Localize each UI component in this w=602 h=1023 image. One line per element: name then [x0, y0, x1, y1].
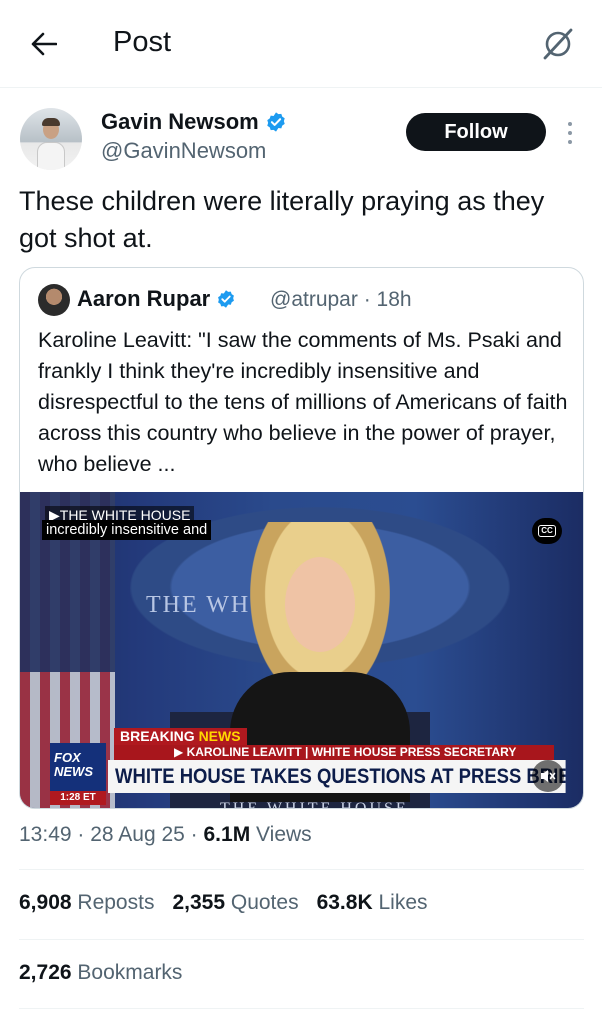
grok-icon [543, 28, 573, 60]
mute-button[interactable] [532, 760, 564, 792]
more-dot-icon [568, 140, 572, 144]
more-options-button[interactable] [561, 118, 579, 148]
views-count: 6.1M [203, 823, 251, 846]
quote-author-handle: @atrupar · 18h [270, 288, 412, 311]
verified-badge-icon [218, 290, 235, 308]
post-meta: 13:49 · 28 Aug 25 · 6.1M Views [19, 823, 312, 846]
quoted-post-card[interactable]: Aaron Rupar @atrupar · 18h Karoline Leav… [19, 267, 584, 809]
divider [19, 939, 584, 940]
news-chyron: BREAKING NEWS ▶ KAROLINE LEAVITT | WHITE… [50, 725, 583, 809]
quote-author-name-text: Aaron Rupar [77, 286, 211, 311]
bookmarks-stat[interactable]: 2,726 Bookmarks [19, 961, 182, 985]
views-label: Views [256, 823, 312, 846]
follow-button[interactable]: Follow [406, 113, 546, 151]
top-bar: Post [0, 0, 602, 88]
page-title: Post [113, 26, 172, 58]
video-caption: incredibly insensitive and [42, 520, 212, 540]
author-name[interactable]: Gavin Newsom [101, 109, 287, 135]
quotes-stat[interactable]: 2,355 Quotes [172, 891, 298, 915]
cc-icon: CC [538, 525, 556, 537]
back-arrow-icon [31, 32, 57, 56]
author-avatar[interactable] [20, 108, 82, 170]
closed-captions-button[interactable]: CC [532, 518, 562, 544]
likes-stat[interactable]: 63.8K Likes [317, 891, 428, 915]
divider [19, 869, 584, 870]
divider [19, 1008, 584, 1009]
muted-speaker-icon [541, 770, 556, 782]
breaking-label: BREAKING NEWS [114, 728, 247, 745]
author-handle[interactable]: @GavinNewsom [101, 138, 266, 164]
tweet-text: These children were literally praying as… [19, 186, 545, 253]
more-dot-icon [568, 131, 572, 135]
reposts-stat[interactable]: 6,908 Reposts [19, 891, 154, 915]
quote-author-name: Aaron Rupar [77, 286, 236, 312]
grok-button[interactable] [538, 24, 578, 64]
podium-text: THE WHITE HOUSE [220, 800, 409, 809]
fox-news-logo: FOX NEWS [50, 743, 106, 791]
verified-badge-icon [267, 112, 285, 132]
quote-text: Karoline Leavitt: "I saw the comments of… [38, 328, 568, 476]
chyron-headline: WHITE HOUSE TAKES QUESTIONS AT PRESS BRI… [108, 760, 566, 793]
chyron-subhead: ▶ KAROLINE LEAVITT | WHITE HOUSE PRESS S… [114, 745, 554, 760]
engagement-stats: 6,908 Reposts 2,355 Quotes 63.8K Likes [19, 891, 428, 915]
author-name-text: Gavin Newsom [101, 109, 259, 134]
post-time: 13:49 [19, 823, 72, 846]
back-button[interactable] [24, 24, 64, 64]
broadcast-time: 1:28 ET [50, 791, 106, 805]
post-date[interactable]: 28 Aug 25 [90, 823, 185, 846]
more-dot-icon [568, 122, 572, 126]
quote-author-avatar [38, 284, 70, 316]
video-player[interactable]: THE WH USE ▶THE WHITE HOUSE incredibly i… [20, 492, 583, 809]
